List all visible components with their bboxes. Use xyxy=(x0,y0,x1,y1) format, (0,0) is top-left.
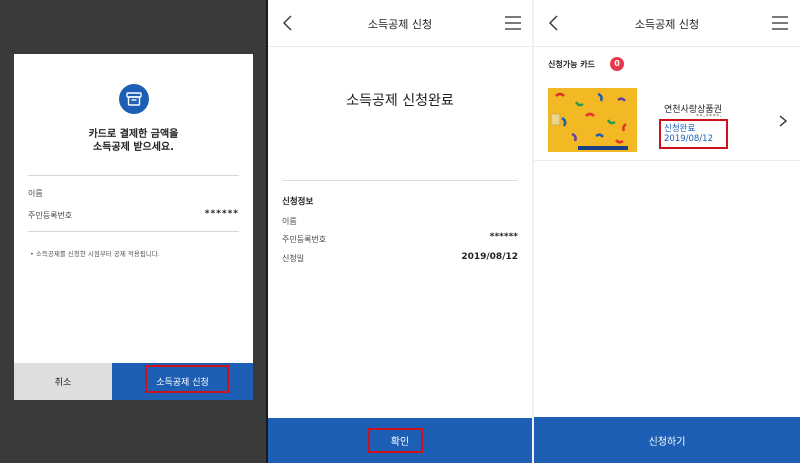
status-label: 신청완료 xyxy=(664,124,696,134)
receipt-box-icon xyxy=(119,84,149,114)
info-label-date: 신청일 xyxy=(282,254,305,263)
header-divider xyxy=(268,46,532,47)
deduction-modal: 카드로 결제한 금액을 소득공제 받으세요. 이름 주민등록번호 ****** … xyxy=(14,54,253,400)
divider xyxy=(282,180,518,181)
card-list-screen: 소득공제 신청 신청가능 카드 0 연천사랑상품권 **-****- 신청완료 … xyxy=(534,0,800,463)
header-divider xyxy=(534,46,800,47)
divider xyxy=(28,231,239,232)
apply-deduction-button[interactable]: 소득공제 신청 xyxy=(112,363,253,400)
apply-button[interactable]: 신청하기 xyxy=(534,417,800,463)
card-image[interactable] xyxy=(548,88,637,152)
info-value-id: ****** xyxy=(489,232,518,242)
cancel-button[interactable]: 취소 xyxy=(14,363,112,400)
info-label-id: 주민등록번호 xyxy=(282,235,327,244)
deduction-notice: • 소득공제를 신청한 시점부터 공제 적용됩니다. xyxy=(30,250,160,258)
dim-overlay: 카드로 결제한 금액을 소득공제 받으세요. 이름 주민등록번호 ****** … xyxy=(0,0,266,463)
card-number-masked: **-****- xyxy=(696,113,723,120)
confirm-button[interactable]: 확인 xyxy=(268,418,532,463)
completion-screen: 소득공제 신청 소득공제 신청완료 신청정보 이름 주민등록번호 ****** … xyxy=(268,0,532,463)
section-title: 신청정보 xyxy=(282,197,314,207)
header-title: 소득공제 신청 xyxy=(634,18,700,31)
resident-id-value: ****** xyxy=(204,209,239,219)
chevron-right-icon[interactable] xyxy=(778,114,788,128)
completion-title: 소득공제 신청완료 xyxy=(346,93,454,109)
hamburger-menu-icon[interactable] xyxy=(504,14,522,32)
info-label-name: 이름 xyxy=(282,217,297,226)
divider xyxy=(534,160,800,161)
info-value-date: 2019/08/12 xyxy=(461,252,518,262)
resident-id-label: 주민등록번호 xyxy=(28,211,73,220)
section-title: 신청가능 카드 xyxy=(548,60,595,69)
header-title: 소득공제 신청 xyxy=(367,18,433,31)
status-date: 2019/08/12 xyxy=(664,134,713,144)
modal-title-line2: 소득공제 받으세요. xyxy=(93,142,174,153)
count-badge: 0 xyxy=(610,57,624,71)
hamburger-menu-icon[interactable] xyxy=(771,14,789,32)
name-label: 이름 xyxy=(28,189,43,198)
divider xyxy=(28,175,239,176)
